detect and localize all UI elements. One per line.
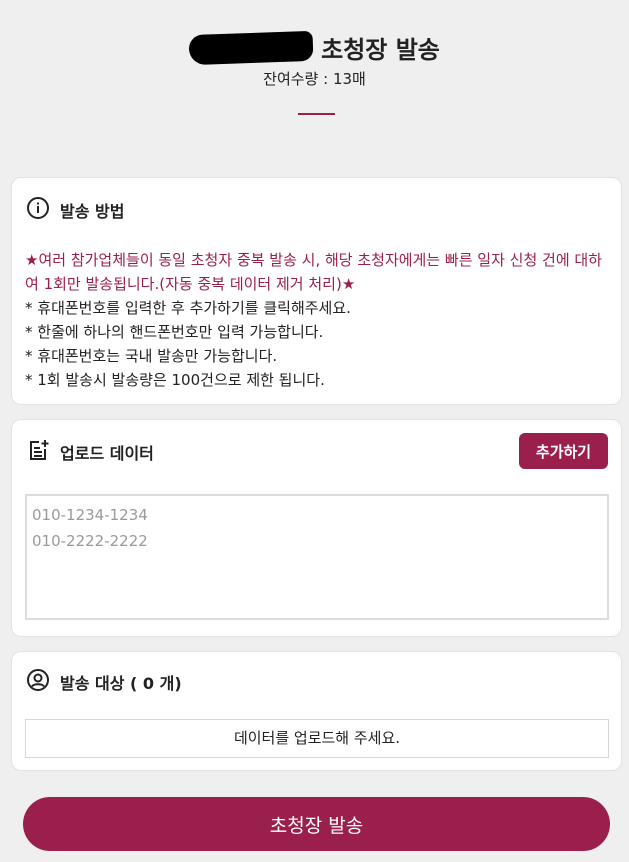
page-header: 초청장 발송 잔여수량 : 13매 [0,0,629,170]
page-title: 초청장 발송 [321,36,440,64]
send-method-card: 발송 방법 ★여러 참가업체들이 동일 초청자 중복 발송 시, 해당 초청자에… [11,177,622,405]
phone-number-input[interactable] [25,494,609,620]
instruction-line: * 1회 발송시 발송량은 100건으로 제한 됩니다. [25,371,325,389]
send-method-title: 발송 방법 [60,202,125,221]
instruction-line: * 한줄에 하나의 핸드폰번호만 입력 가능합니다. [25,323,324,341]
instruction-line: * 휴대폰번호는 국내 발송만 가능합니다. [25,347,278,365]
upload-data-title: 업로드 데이터 [60,444,154,463]
send-target-heading: 발송 대상 ( 0 개) [26,668,182,696]
instruction-line: * 휴대폰번호를 입력한 후 추가하기를 클릭해주세요. [25,299,351,317]
send-target-title: 발송 대상 ( 0 개) [60,674,182,693]
remaining-quantity: 잔여수량 : 13매 [263,70,366,88]
duplicate-notice: ★여러 참가업체들이 동일 초청자 중복 발송 시, 해당 초청자에게는 빠른 … [25,251,603,293]
info-circle-icon [26,196,60,224]
send-invitation-button[interactable]: 초청장 발송 [23,797,610,851]
upload-data-heading: 업로드 데이터 [26,438,154,466]
send-method-instructions: ★여러 참가업체들이 동일 초청자 중복 발송 시, 해당 초청자에게는 빠른 … [25,248,615,392]
user-circle-icon [26,668,60,696]
page-title-row: 초청장 발송 [0,30,629,65]
document-add-icon [26,438,60,466]
upload-data-card: 업로드 데이터 추가하기 [11,419,622,637]
send-method-heading: 발송 방법 [26,196,124,224]
empty-target-message: 데이터를 업로드해 주세요. [25,719,609,758]
add-button[interactable]: 추가하기 [519,433,608,469]
send-target-card: 발송 대상 ( 0 개) 데이터를 업로드해 주세요. [11,651,622,771]
redacted-event-name [188,30,314,65]
title-divider [298,113,335,115]
